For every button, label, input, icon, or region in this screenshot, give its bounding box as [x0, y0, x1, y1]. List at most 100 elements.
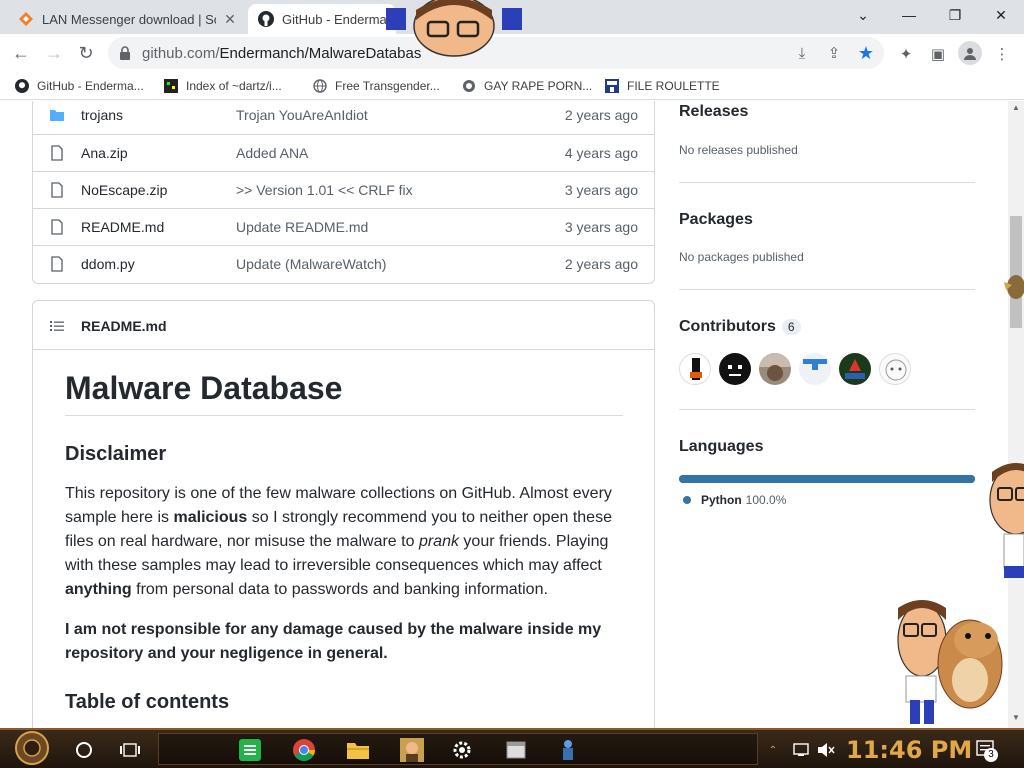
chrome-icon[interactable] — [288, 734, 320, 766]
contributor-avatar[interactable] — [719, 353, 751, 385]
readme-heading: Malware Database — [65, 370, 623, 416]
app-thumbnail-icon[interactable] — [396, 734, 428, 766]
bookmark-label: Free Transgender... — [335, 79, 440, 93]
contributor-avatar[interactable] — [839, 353, 871, 385]
app-window-icon[interactable] — [500, 734, 532, 766]
scroll-down-icon[interactable]: ▼ — [1012, 713, 1020, 722]
file-name[interactable]: NoEscape.zip — [81, 182, 167, 198]
settings-gear-icon[interactable] — [446, 734, 478, 766]
side-panel-icon[interactable]: ▣ — [928, 44, 948, 64]
divider — [679, 289, 975, 290]
file-name[interactable]: README.md — [81, 219, 164, 235]
reload-icon[interactable]: ↻ — [72, 39, 100, 67]
back-icon[interactable]: ← — [7, 39, 35, 67]
file-name[interactable]: Ana.zip — [81, 145, 128, 161]
packages-heading[interactable]: Packages — [679, 211, 753, 229]
folder-icon — [49, 107, 65, 123]
contributor-avatar[interactable] — [879, 353, 911, 385]
file-row-noescape[interactable]: NoEscape.zip >> Version 1.01 << CRLF fix… — [33, 171, 654, 208]
file-row-ddom[interactable]: ddom.py Update (MalwareWatch) 2 years ag… — [33, 245, 654, 282]
bookmark-label: Index of ~dartz/i... — [186, 79, 282, 93]
page-scrollbar[interactable]: ▲ ▼ — [1008, 101, 1024, 728]
github-icon — [258, 11, 274, 27]
menu-kebab-icon[interactable]: ⋮ — [992, 44, 1012, 64]
file-name[interactable]: ddom.py — [81, 256, 135, 272]
bookmark-label: GitHub - Enderma... — [37, 79, 144, 93]
file-name[interactable]: trojans — [81, 107, 123, 123]
commit-age: 2 years ago — [564, 107, 638, 123]
contributor-avatar[interactable] — [799, 353, 831, 385]
close-tab-icon[interactable]: ✕ — [222, 11, 238, 27]
tab-github[interactable]: GitHub - Enderma — [248, 4, 396, 34]
profile-avatar-icon[interactable] — [958, 41, 982, 65]
github-icon — [14, 78, 30, 94]
url-text: github.com/Endermanch/MalwareDatabas — [142, 45, 422, 62]
contributor-avatar[interactable] — [759, 353, 791, 385]
commit-message[interactable]: Added ANA — [236, 145, 308, 161]
spreadsheet-app-icon[interactable] — [234, 734, 266, 766]
not-responsible-paragraph: I am not responsible for any damage caus… — [65, 621, 602, 662]
file-row-readme[interactable]: README.md Update README.md 3 years ago — [33, 208, 654, 245]
start-button-icon[interactable] — [10, 730, 54, 766]
show-hidden-icons-icon[interactable]: ⌃ — [764, 734, 782, 766]
contributors-count-badge: 6 — [781, 318, 801, 335]
readme-header: README.md — [33, 301, 654, 350]
releases-heading[interactable]: Releases — [679, 103, 748, 121]
file-row-ana[interactable]: Ana.zip Added ANA 4 years ago — [33, 134, 654, 171]
hank-and-hamster-sprite — [897, 600, 1003, 724]
bookmark-label: GAY RAPE PORN... — [484, 79, 593, 93]
bookmark-gay-rape[interactable]: GAY RAPE PORN... — [461, 77, 592, 95]
contributor-avatar[interactable] — [679, 353, 711, 385]
bookmarks-bar: GitHub - Enderma... Index of ~dartz/i...… — [0, 72, 1024, 100]
tab-title: GitHub - Enderma — [282, 11, 386, 27]
file-icon — [49, 219, 65, 235]
contributors-heading[interactable]: Contributors 6 — [679, 318, 801, 336]
bookmark-github[interactable]: GitHub - Enderma... — [14, 77, 144, 95]
hank-hill-sprite — [386, 0, 522, 57]
file-row-trojans[interactable]: trojans Trojan YouAreAnIdiot 2 years ago — [33, 101, 654, 134]
packages-text: No packages published — [679, 250, 804, 264]
bird-sprite — [1004, 275, 1024, 299]
extensions-icon[interactable]: ✦ — [896, 44, 916, 64]
file-icon — [49, 182, 65, 198]
list-unordered-icon[interactable] — [49, 318, 65, 334]
tab-lan-messenger[interactable]: LAN Messenger download | Sou ✕ — [8, 4, 248, 34]
app-figure-icon[interactable] — [552, 734, 584, 766]
minimize-icon[interactable]: — — [886, 0, 932, 30]
releases-text: No releases published — [679, 143, 798, 157]
toc-heading: Table of contents — [65, 691, 230, 713]
commit-age: 3 years ago — [564, 219, 638, 235]
commit-message[interactable]: >> Version 1.01 << CRLF fix — [236, 182, 413, 198]
commit-message[interactable]: Trojan YouAreAnIdiot — [236, 107, 368, 123]
commit-age: 4 years ago — [564, 145, 638, 161]
bookmark-label: FILE ROULETTE — [627, 79, 720, 93]
install-app-icon[interactable]: ⤓ — [792, 43, 812, 63]
scroll-up-icon[interactable]: ▲ — [1012, 103, 1020, 112]
file-explorer-icon[interactable] — [342, 734, 374, 766]
close-window-icon[interactable]: ✕ — [978, 0, 1024, 30]
volume-muted-icon[interactable] — [810, 734, 842, 766]
globe-icon — [312, 78, 328, 94]
search-circle-icon[interactable] — [68, 734, 100, 766]
bookmark-star-icon[interactable]: ★ — [856, 43, 876, 63]
notifications-icon[interactable]: 3 — [970, 734, 1002, 766]
language-item[interactable]: Python 100.0% — [683, 493, 786, 507]
bookmark-index-dartz[interactable]: Index of ~dartz/i... — [163, 77, 282, 95]
task-view-icon[interactable] — [114, 734, 146, 766]
python-color-dot — [683, 496, 691, 504]
lock-icon — [118, 45, 134, 61]
bookmark-free-transgender[interactable]: Free Transgender... — [312, 77, 440, 95]
share-icon[interactable]: ⇪ — [824, 43, 844, 63]
bookmark-file-roulette[interactable]: FILE ROULETTE — [604, 77, 720, 95]
restore-icon[interactable]: ❐ — [932, 0, 978, 30]
commit-message[interactable]: Update (MalwareWatch) — [236, 256, 386, 272]
file-roulette-icon — [604, 78, 620, 94]
disclaimer-paragraph: This repository is one of the few malwar… — [65, 485, 612, 598]
readme-title[interactable]: README.md — [81, 318, 167, 334]
taskbar-clock[interactable]: 11:46 PM — [846, 736, 972, 764]
commit-age: 2 years ago — [564, 256, 638, 272]
tab-search-icon[interactable]: ⌄ — [840, 0, 886, 30]
languages-heading: Languages — [679, 438, 764, 455]
forward-icon[interactable]: → — [40, 39, 68, 67]
commit-message[interactable]: Update README.md — [236, 219, 368, 235]
